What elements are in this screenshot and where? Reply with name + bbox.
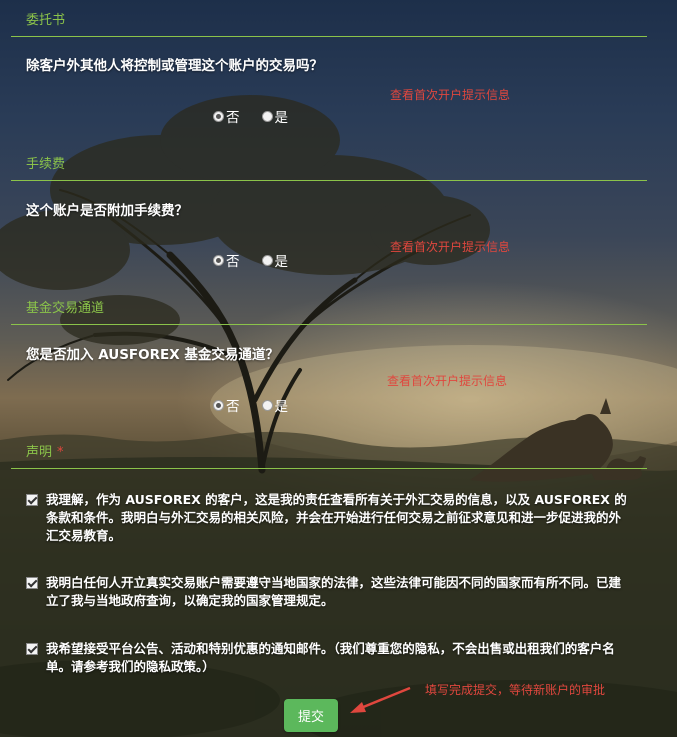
- question-join-fund-channel: 您是否加入 AUSFOREX 基金交易通道？: [26, 347, 279, 363]
- annotation-arrow-icon: [350, 686, 411, 713]
- radio-option-yes[interactable]: 是: [261, 250, 288, 270]
- section-title-fund-channel: 基金交易通道: [26, 301, 105, 316]
- section-title-declaration: 声明 *: [26, 445, 64, 460]
- radio-option-no[interactable]: 否: [213, 250, 240, 270]
- radio-option-no[interactable]: 否: [213, 106, 240, 126]
- radio-button[interactable]: [213, 399, 224, 411]
- radio-group-additional-fee: 否 是: [213, 250, 310, 270]
- section-title-fees: 手续费: [26, 157, 66, 172]
- radio-button[interactable]: [261, 399, 273, 411]
- radio-button[interactable]: [261, 110, 273, 122]
- section-divider: [11, 324, 647, 325]
- first-account-hint-link[interactable]: 查看首次开户提示信息: [390, 238, 510, 255]
- section-title-power-of-attorney: 委托书: [26, 13, 66, 28]
- section-divider: [11, 36, 647, 37]
- first-account-hint-link[interactable]: 查看首次开户提示信息: [387, 372, 507, 389]
- first-account-hint-link[interactable]: 查看首次开户提示信息: [390, 86, 510, 103]
- radio-button[interactable]: [213, 110, 224, 122]
- submit-button[interactable]: 提交: [284, 699, 338, 732]
- radio-group-third-party-control: 否 是: [213, 106, 310, 126]
- radio-group-fund-channel: 否 是: [213, 395, 310, 415]
- declaration-checkbox-3[interactable]: [26, 643, 38, 655]
- section-divider: [11, 468, 647, 469]
- radio-option-no[interactable]: 否: [213, 395, 240, 415]
- declaration-checkbox-2[interactable]: [26, 577, 38, 589]
- declaration-item-1: 我理解，作为 AUSFOREX 的客户，这是我的责任查看所有关于外汇交易的信息，…: [26, 491, 632, 545]
- declaration-item-3: 我希望接受平台公告、活动和特别优惠的通知邮件。（我们尊重您的隐私，不会出售或出租…: [26, 640, 632, 676]
- background-landscape-image: [0, 95, 677, 737]
- annotation-text: 填写完成提交，等待新账户的审批: [425, 683, 606, 697]
- radio-button[interactable]: [213, 254, 224, 266]
- question-third-party-control: 除客户外其他人将控制或管理这个账户的交易吗？: [26, 58, 323, 74]
- radio-option-yes[interactable]: 是: [261, 106, 288, 126]
- question-additional-fee: 这个账户是否附加手续费？: [26, 203, 188, 219]
- declaration-item-2: 我明白任何人开立真实交易账户需要遵守当地国家的法律，这些法律可能因不同的国家而有…: [26, 574, 632, 610]
- declaration-checkbox-1[interactable]: [26, 494, 38, 506]
- radio-option-yes[interactable]: 是: [261, 395, 288, 415]
- radio-button[interactable]: [261, 254, 273, 266]
- section-divider: [11, 180, 647, 181]
- required-mark: *: [57, 445, 64, 460]
